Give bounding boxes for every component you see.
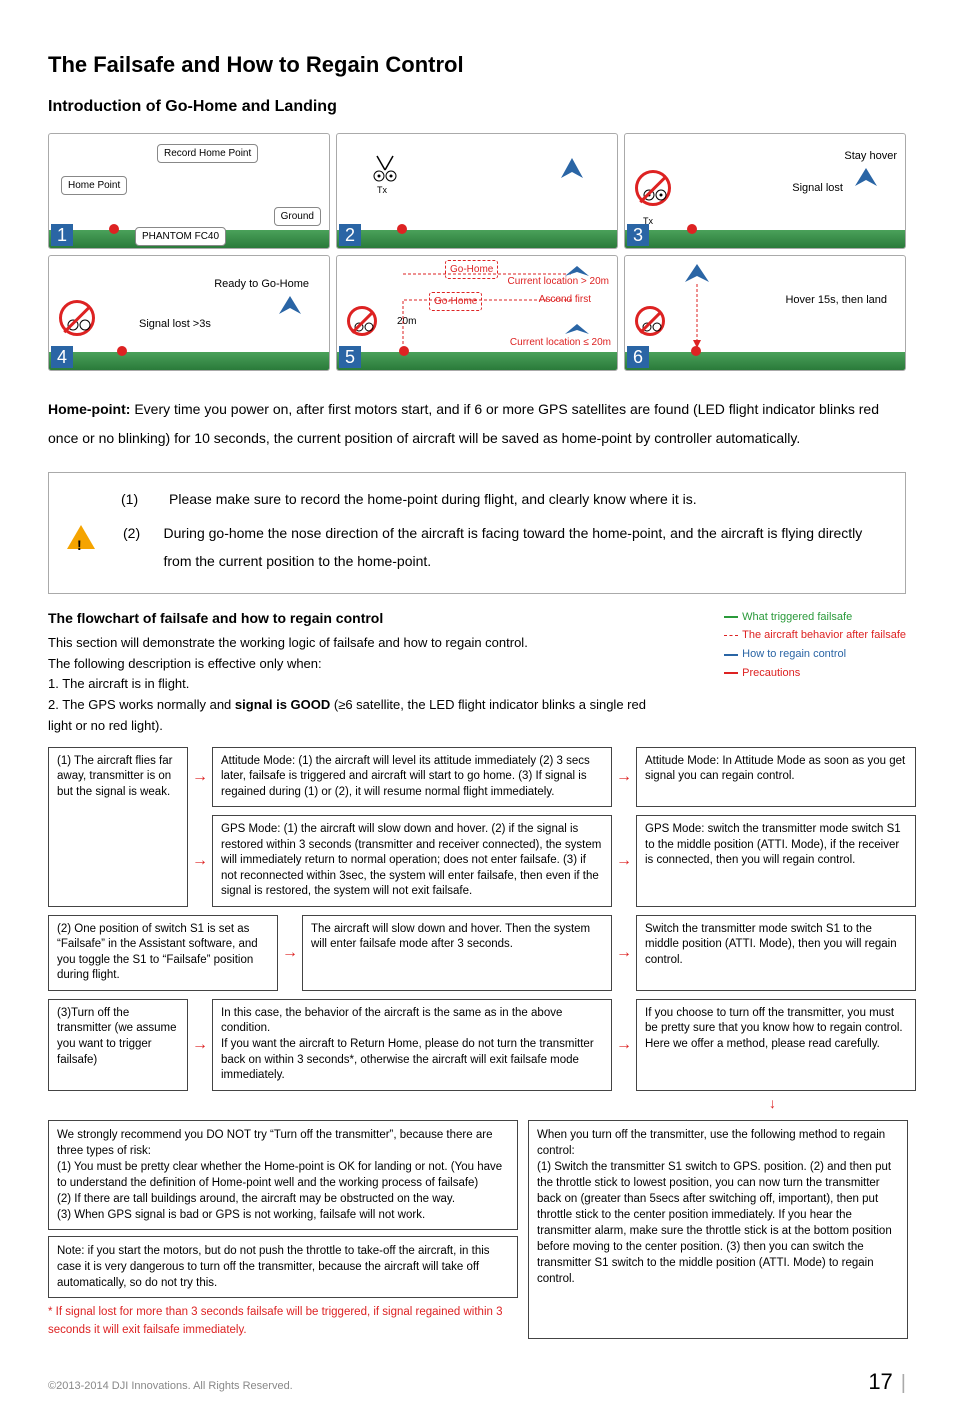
- gohome-path: [397, 262, 597, 352]
- cell-number: 5: [339, 346, 361, 368]
- page-title: The Failsafe and How to Regain Control: [48, 48, 906, 81]
- no-signal-icon: [347, 306, 377, 336]
- label-hover-land: Hover 15s, then land: [785, 292, 887, 309]
- flow-regain-1b: GPS Mode: switch the transmitter mode sw…: [636, 815, 916, 907]
- home-point-dot: [687, 224, 697, 234]
- label-ready-gohome: Ready to Go-Home: [214, 276, 309, 293]
- copyright: ©2013-2014 DJI Innovations. All Rights R…: [48, 1378, 293, 1395]
- note-1-text: Please make sure to record the home-poin…: [169, 485, 697, 513]
- risk-warning-box: We strongly recommend you DO NOT try “Tu…: [48, 1120, 518, 1231]
- note-2-text: During go-home the nose direction of the…: [163, 519, 891, 575]
- home-point-paragraph: Home-point: Every time you power on, aft…: [48, 395, 906, 454]
- diagram-cell-2: Tx 2: [336, 133, 618, 249]
- label-ground: Ground: [274, 207, 321, 226]
- label-home-point: Home Point: [61, 176, 127, 195]
- flowchart-intro: This section will demonstrate the workin…: [48, 633, 668, 737]
- flow-behavior-1b: GPS Mode: (1) the aircraft will slow dow…: [212, 815, 612, 907]
- label-stay-hover: Stay hover: [844, 148, 897, 165]
- label-device: PHANTOM FC40: [135, 227, 226, 246]
- page-subtitle: Introduction of Go-Home and Landing: [48, 95, 906, 119]
- label-record-home: Record Home Point: [157, 144, 258, 163]
- no-signal-icon: [59, 300, 95, 336]
- flow-behavior-1a: Attitude Mode: (1) the aircraft will lev…: [212, 747, 612, 808]
- flow-trigger-2: (2) One position of switch S1 is set as …: [48, 915, 278, 991]
- flow-trigger-1: (1) The aircraft flies far away, transmi…: [48, 747, 188, 907]
- caution-box: (1) Please make sure to record the home-…: [48, 472, 906, 594]
- diagram-cell-6: Hover 15s, then land Tx 6: [624, 255, 906, 371]
- home-point-dot: [117, 346, 127, 356]
- diagram-cell-4: Ready to Go-Home Signal lost >3s Tx 4: [48, 255, 330, 371]
- flow-behavior-3: In this case, the behavior of the aircra…: [212, 999, 612, 1091]
- cell-number: 4: [51, 346, 73, 368]
- no-signal-icon: [635, 306, 665, 336]
- flowchart-legend: What triggered failsafe The aircraft beh…: [724, 608, 906, 683]
- diagram-cell-5: Go-Home Current location > 20m Go-Home A…: [336, 255, 618, 371]
- no-signal-icon: [635, 170, 671, 206]
- flow-regain-1a: Attitude Mode: In Attitude Mode as soon …: [636, 747, 916, 808]
- home-point-dot: [397, 224, 407, 234]
- aircraft-icon: [277, 294, 303, 316]
- diagram-cell-1: Record Home Point Home Point Ground PHAN…: [48, 133, 330, 249]
- tx-icon: [371, 152, 399, 182]
- cell-number: 1: [51, 224, 73, 246]
- failsafe-diagram: Record Home Point Home Point Ground PHAN…: [48, 133, 906, 371]
- page-number: 17: [868, 1369, 892, 1394]
- note-2-label: (2): [123, 519, 145, 547]
- diagram-cell-3: Stay hover Signal lost Tx 3: [624, 133, 906, 249]
- land-path: [685, 262, 725, 352]
- cell-number: 3: [627, 224, 649, 246]
- flow-behavior-2: The aircraft will slow down and hover. T…: [302, 915, 612, 991]
- home-point-dot: [109, 224, 119, 234]
- home-point-dot: [691, 346, 701, 356]
- cell-number: 6: [627, 346, 649, 368]
- footnote: * If signal lost for more than 3 seconds…: [48, 1304, 518, 1339]
- cell-number: 2: [339, 224, 361, 246]
- flowchart-section: What triggered failsafe The aircraft beh…: [48, 608, 906, 1339]
- label-signal-lost-3s: Signal lost >3s: [139, 316, 211, 333]
- label-signal-lost: Signal lost: [792, 180, 843, 197]
- page-footer: ©2013-2014 DJI Innovations. All Rights R…: [48, 1365, 906, 1398]
- aircraft-icon: [853, 166, 879, 188]
- down-arrow-icon: ↓: [48, 1093, 776, 1114]
- home-point-dot: [399, 346, 409, 356]
- flow-trigger-3: (3)Turn off the transmitter (we assume y…: [48, 999, 188, 1091]
- risk-note-box: Note: if you start the motors, but do no…: [48, 1236, 518, 1298]
- flow-regain-3: If you choose to turn off the transmitte…: [636, 999, 916, 1091]
- aircraft-icon: [557, 156, 587, 182]
- note-1-label: (1): [121, 485, 151, 513]
- flow-regain-2: Switch the transmitter mode switch S1 to…: [636, 915, 916, 991]
- regain-method-box: When you turn off the transmitter, use t…: [528, 1120, 908, 1339]
- warning-icon: [67, 525, 95, 549]
